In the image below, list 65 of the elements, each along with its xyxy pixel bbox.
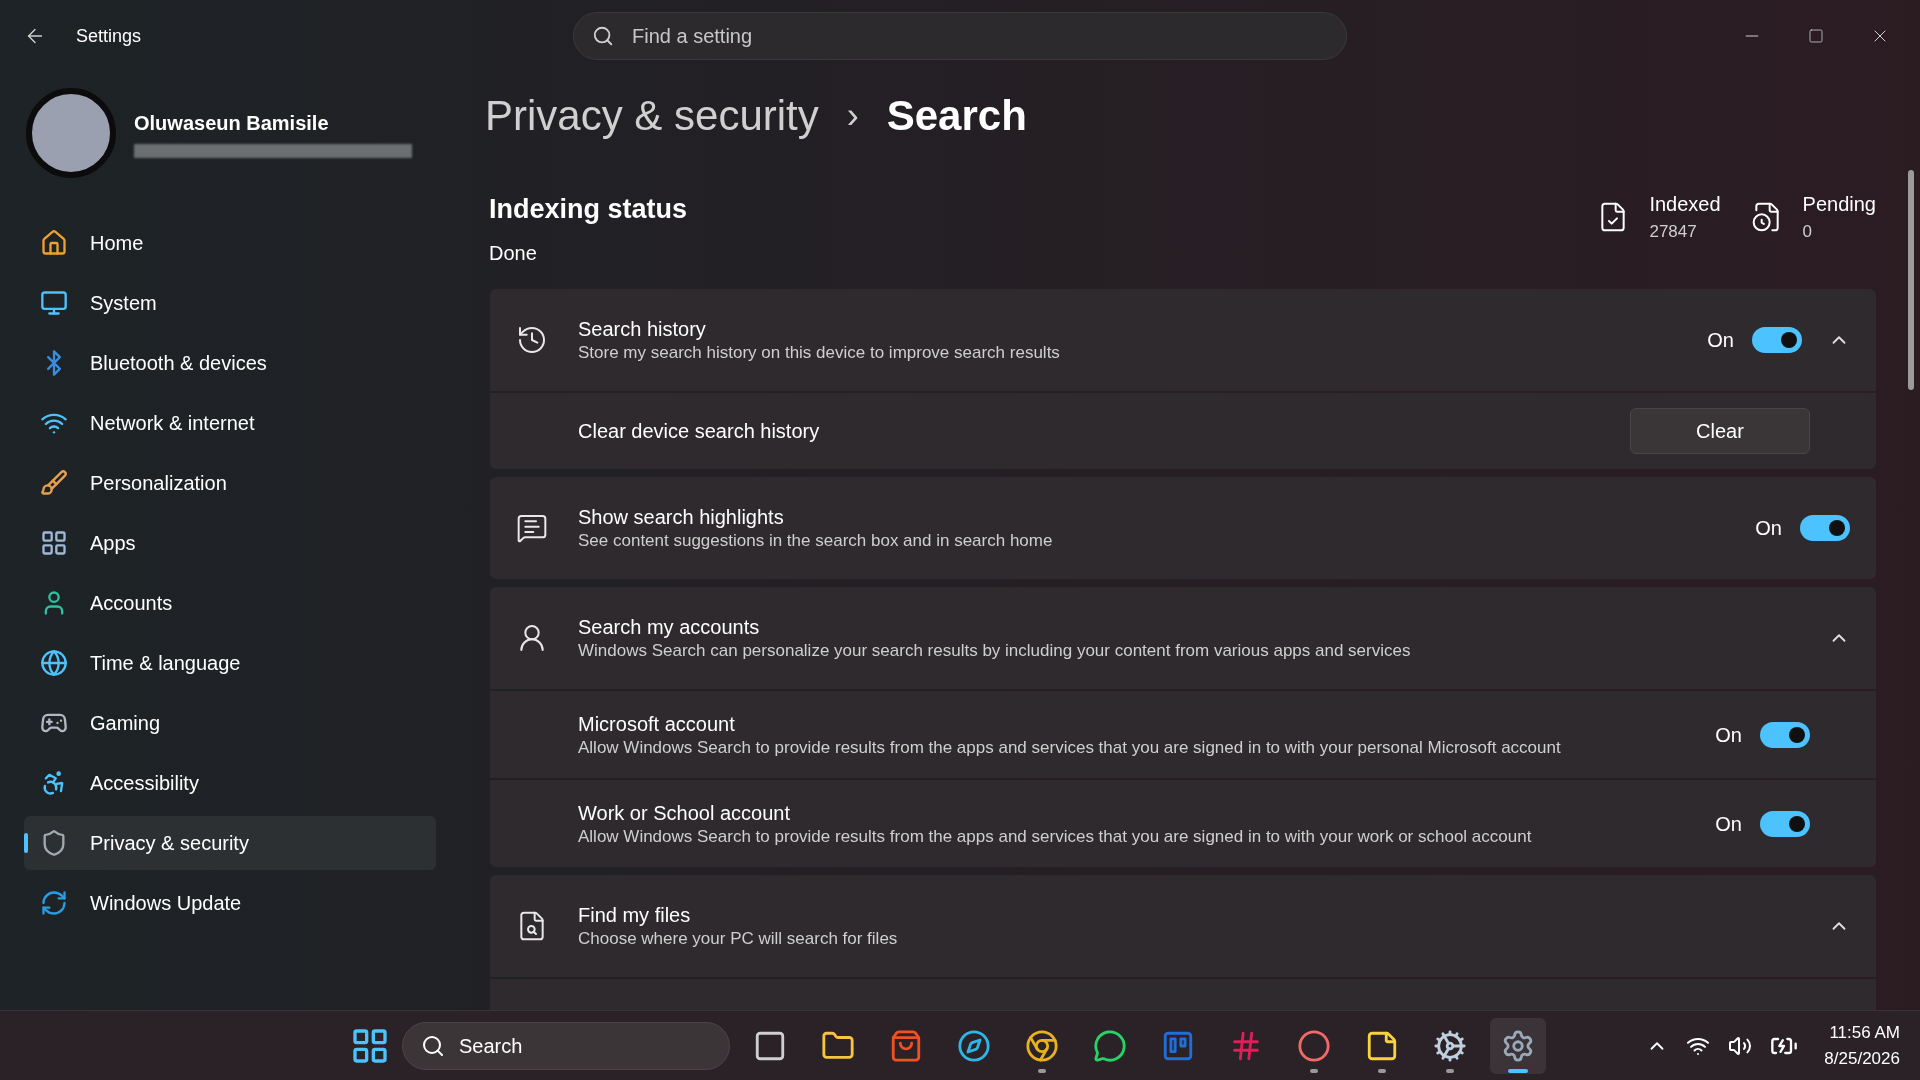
update-icon [40,889,68,917]
search-icon [592,25,614,47]
taskbar-app[interactable] [1490,1017,1546,1074]
setting-title: Show search highlights [578,505,785,530]
breadcrumb-parent[interactable]: Privacy & security [485,84,819,147]
settings-search-field[interactable]: Find a setting [573,12,1347,60]
setting-description: Windows Search can personalize your search results by including your content from various apps and services [578,640,1412,662]
selection-indicator [24,833,28,853]
setting-title: Find my files [578,903,692,928]
stat-label: Indexed [1649,192,1721,217]
nav-item[interactable]: Privacy & security [24,816,436,870]
breadcrumb-separator: › [846,93,859,138]
nav-item[interactable]: Gaming [24,696,436,750]
user-name: Oluwaseun Bamisile [134,111,330,136]
settings-icon [1501,1028,1535,1063]
stat-label: Pending [1802,192,1876,217]
setting-description: Allow Windows Search to provide results from the apps and services that you are signed in to with your personal Microsoft account [578,736,1562,759]
nav-item[interactable]: Network & internet [24,396,436,450]
home-icon [40,229,68,257]
toggle-switch[interactable] [1800,515,1850,541]
indexing-status-value: Done [489,240,538,266]
toggle-state-label: On [1755,516,1782,541]
nav-item[interactable]: Home [24,216,436,270]
window-title: Settings [76,24,142,48]
toggle-switch[interactable] [1752,327,1802,353]
clock-date: 8/25/2026 [1824,1047,1900,1070]
setting-description: Allow Windows Search to provide results from the apps and services that you are signed in to with your work or school account [578,825,1533,848]
time-icon [40,649,68,677]
personalization-icon [40,469,68,497]
toggle-state-label: On [1715,722,1742,748]
nav-item[interactable]: Accessibility [24,756,436,810]
setting-description: Store my search history on this device to improve search results [578,342,1061,364]
gears-icon [1433,1028,1467,1063]
nav-item[interactable]: Personalization [24,456,436,510]
toggle-switch[interactable] [1760,810,1810,837]
toggle-state-label: On [1707,328,1734,353]
apps-icon [40,529,68,557]
highlights-icon [516,512,548,544]
history-icon [516,324,548,356]
nav-item[interactable]: Bluetooth & devices [24,336,436,390]
nav-item[interactable]: Accounts [24,576,436,630]
setting-title: Microsoft account [578,711,736,737]
stat-value: 0 [1802,221,1814,243]
scrollbar[interactable] [1908,170,1914,390]
clear-button[interactable]: Clear [1630,408,1810,454]
toggle-state-label: On [1715,811,1742,837]
setting-title: Search my accounts [578,615,761,640]
indexing-status-title: Indexing status [489,193,688,226]
page-title: Search [886,91,1027,141]
stat-value: 27847 [1649,221,1698,243]
setting-description: See content suggestions in the search box and in search home [578,530,1054,552]
setting-title: Search history [578,317,707,342]
setting-title: Clear device search history [578,419,821,444]
setting-description: Choose where your PC will search for files [578,928,899,950]
taskbar-search-bar[interactable]: Search [402,1021,730,1070]
clock-time: 11:56 AM [1829,1022,1900,1044]
nav-item[interactable]: Windows Update [24,876,436,930]
toggle-switch[interactable] [1760,721,1810,748]
maximize-icon[interactable] [1808,28,1824,44]
search-icon [421,1033,445,1058]
nav-item[interactable]: Apps [24,516,436,570]
setting-title: Work or School account [578,800,791,826]
nav-item[interactable]: System [24,276,436,330]
nav-item[interactable]: Time & language [24,636,436,690]
system-icon [40,289,68,317]
